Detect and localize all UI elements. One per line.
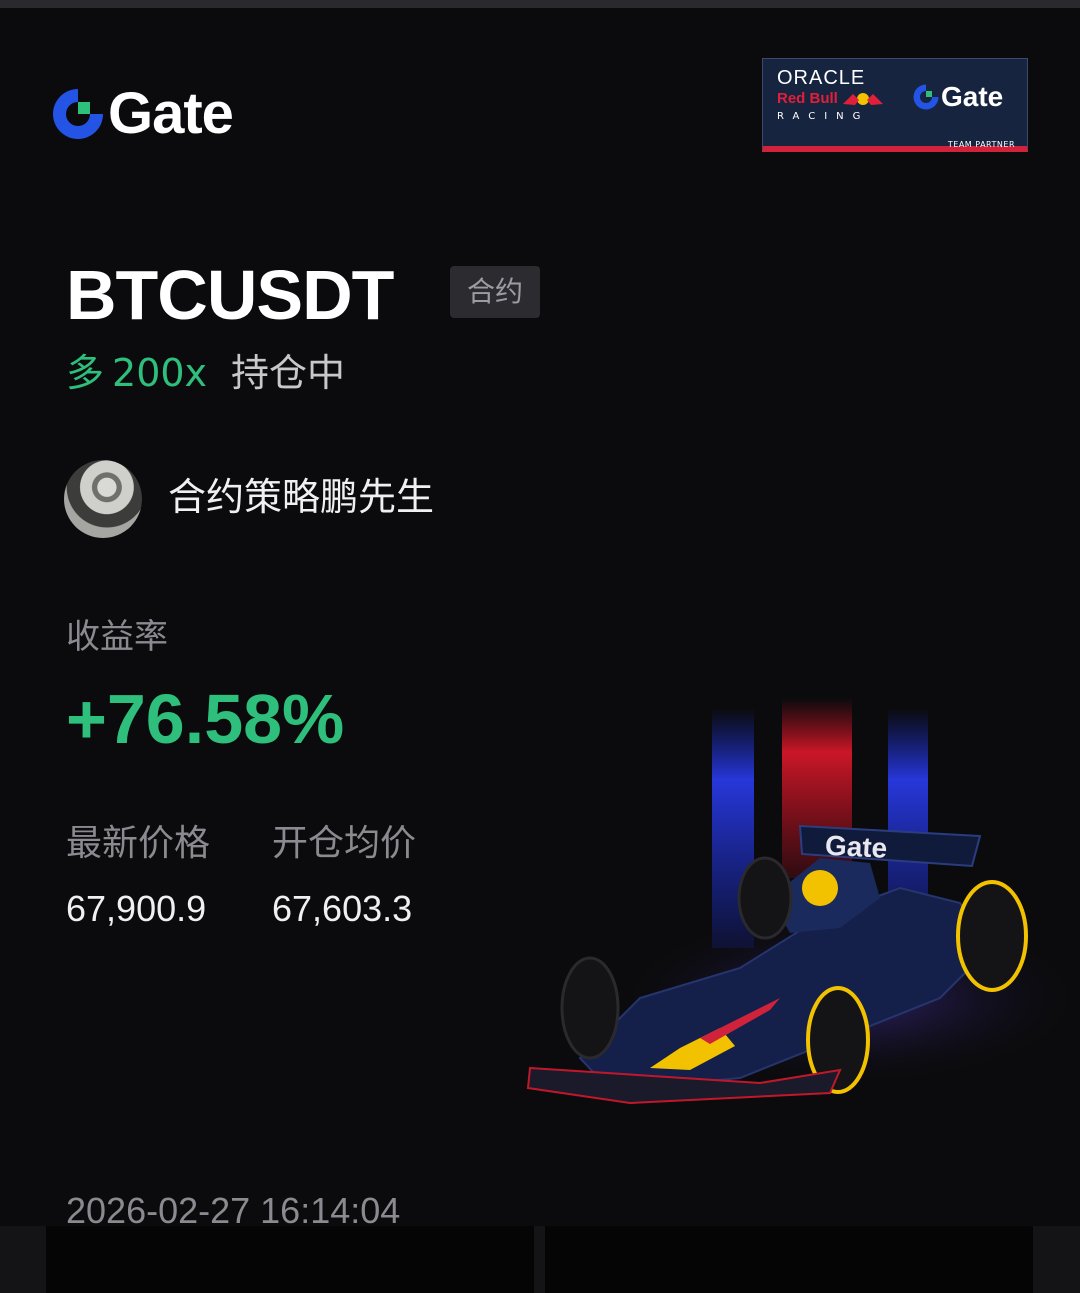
racing-wordmark: RACING — [777, 111, 870, 122]
partner-gate-logo: Gate — [913, 81, 1003, 113]
preview-card-left[interactable] — [46, 1226, 534, 1293]
gate-logo-text: Gate — [108, 81, 234, 146]
team-partner-badge: ORACLE Red Bull RACING Gate TEAM PARTNER — [762, 58, 1028, 152]
profit-value: +76.58% — [66, 680, 345, 758]
profit-label: 收益率 — [66, 617, 168, 657]
latest-price-value: 67,900.9 — [66, 888, 207, 929]
preview-card-right[interactable] — [545, 1226, 1033, 1293]
position-side: 多 — [66, 351, 105, 395]
oracle-wordmark: ORACLE — [777, 67, 866, 89]
bottom-preview-strip — [0, 1226, 1080, 1293]
car-wheel-rear-left — [737, 856, 793, 940]
partner-gate-text: Gate — [941, 81, 1004, 112]
avatar — [64, 460, 142, 538]
position-info: 多 200x 持仓中 — [66, 348, 345, 398]
f1-car-illustration: Gate — [526, 698, 1080, 1105]
gate-logo-icon — [913, 84, 939, 110]
entry-price-label: 开仓均价 — [272, 823, 417, 864]
gate-logo-icon — [53, 89, 103, 139]
car-wheel-front-left — [560, 956, 620, 1060]
entry-price-value: 67,603.3 — [272, 888, 413, 929]
redbull-wordmark: Red Bull — [777, 90, 838, 107]
contract-tag: 合约 — [450, 266, 540, 318]
team-partner-label: TEAM PARTNER — [947, 140, 1015, 149]
car-wheel-rear-right — [956, 880, 1028, 992]
trading-pair: BTCUSDT — [66, 256, 394, 334]
leverage: 200x — [112, 351, 208, 395]
car-wing-livery: Gate — [824, 830, 888, 864]
author-name: 合约策略鹏先生 — [168, 475, 435, 519]
red-bull-icon — [843, 93, 883, 105]
share-card: Gate ORACLE Red Bull RACING Gate TEAM PA… — [0, 8, 1080, 1226]
latest-price-label: 最新价格 — [66, 823, 211, 864]
top-strip — [0, 0, 1080, 8]
position-status: 持仓中 — [231, 351, 346, 395]
gate-logo: Gate — [52, 81, 234, 146]
timestamp: 2026-02-27 16:14:04 — [66, 1190, 401, 1226]
